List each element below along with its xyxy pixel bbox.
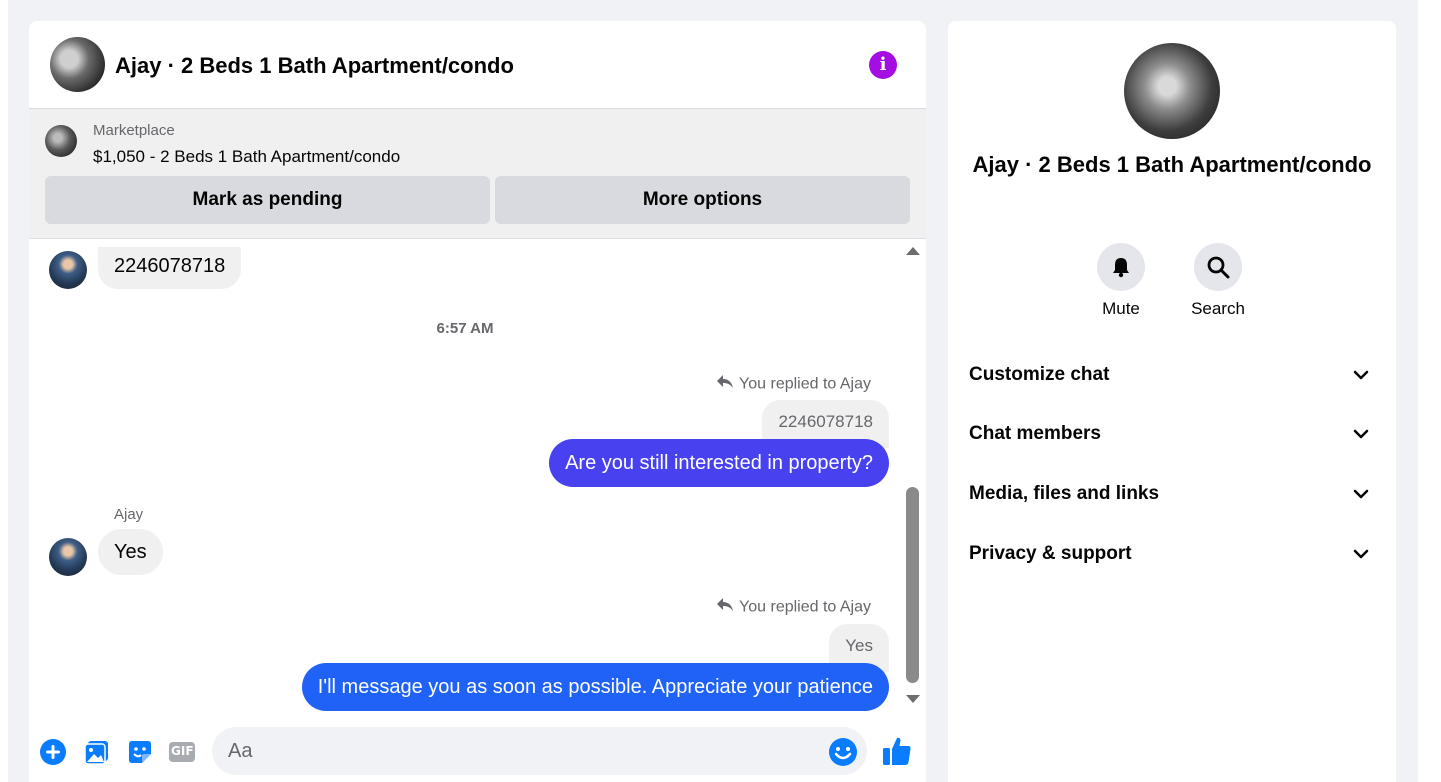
emoji-icon[interactable] [828,737,857,766]
chevron-down-icon [1353,370,1369,380]
search-label: Search [1191,299,1245,318]
chevron-down-icon [1353,489,1369,499]
reply-icon [717,375,735,394]
avatar[interactable] [49,251,87,289]
message-bubble-outgoing[interactable]: Are you still interested in property? [549,439,889,487]
section-customize-chat[interactable]: Customize chat [969,355,1379,395]
mark-as-pending-button[interactable]: Mark as pending [45,176,490,224]
gif-icon[interactable]: GIF [168,738,196,766]
search-button[interactable]: Search [1183,243,1253,319]
mute-button[interactable]: Mute [1086,243,1156,319]
section-privacy-support[interactable]: Privacy & support [969,534,1379,574]
listing-thumbnail[interactable] [45,125,77,157]
avatar[interactable] [49,538,87,576]
message-bubble-incoming[interactable]: Yes [98,529,163,575]
message-input[interactable] [212,727,867,775]
marketplace-label: Marketplace [93,122,175,139]
marketplace-banner: Marketplace $1,050 - 2 Beds 1 Bath Apart… [29,109,926,239]
chevron-down-icon [1353,429,1369,439]
section-label: Customize chat [969,364,1110,385]
gif-label: GIF [171,744,194,758]
more-options-button[interactable]: More options [495,176,910,224]
section-chat-members[interactable]: Chat members [969,414,1379,454]
scrollbar-thumb[interactable] [906,487,919,683]
chat-panel: Ajay · 2 Beds 1 Bath Apartment/condo i M… [29,21,926,782]
scroll-up-arrow[interactable] [906,247,920,255]
section-label: Media, files and links [969,483,1160,504]
reply-indicator: You replied to Ajay [717,598,871,617]
message-bubble-incoming[interactable]: 2246078718 [98,247,242,289]
thumbs-up-icon[interactable] [881,735,911,765]
conversation-info-panel: Ajay · 2 Beds 1 Bath Apartment/condo Mut… [948,21,1396,782]
conversation-name: Ajay · 2 Beds 1 Bath Apartment/condo [972,152,1372,177]
chat-header: Ajay · 2 Beds 1 Bath Apartment/condo i [29,21,926,109]
message-list: 2246078718 6:57 AM You replied to Ajay 2… [29,239,926,721]
composer-bar: GIF [29,721,926,782]
bell-icon[interactable] [1097,243,1145,291]
sender-name: Ajay [114,506,144,523]
window-edge-left [0,0,8,782]
chat-title[interactable]: Ajay · 2 Beds 1 Bath Apartment/condo [115,53,514,79]
listing-summary[interactable]: $1,050 - 2 Beds 1 Bath Apartment/condo [93,147,400,167]
scroll-down-arrow[interactable] [906,695,920,703]
search-icon[interactable] [1194,243,1242,291]
chevron-down-icon [1353,549,1369,559]
plus-icon[interactable] [39,738,67,766]
sticker-icon[interactable] [126,738,154,766]
reply-indicator: You replied to Ajay [717,375,871,394]
section-label: Chat members [969,423,1101,444]
reply-indicator-text: You replied to Ajay [739,598,871,616]
message-bubble-outgoing[interactable]: I'll message you as soon as possible. Ap… [301,663,889,711]
info-icon[interactable]: i [869,51,897,79]
photo-icon[interactable] [83,738,111,766]
reply-indicator-text: You replied to Ajay [739,375,871,393]
window-edge-right [1418,0,1441,782]
section-media-files-links[interactable]: Media, files and links [969,474,1379,514]
message-timestamp: 6:57 AM [436,320,494,337]
listing-avatar-large[interactable] [1124,43,1220,139]
mute-label: Mute [1102,299,1140,318]
reply-icon [717,598,735,617]
section-label: Privacy & support [969,543,1132,564]
listing-avatar[interactable] [50,37,105,92]
